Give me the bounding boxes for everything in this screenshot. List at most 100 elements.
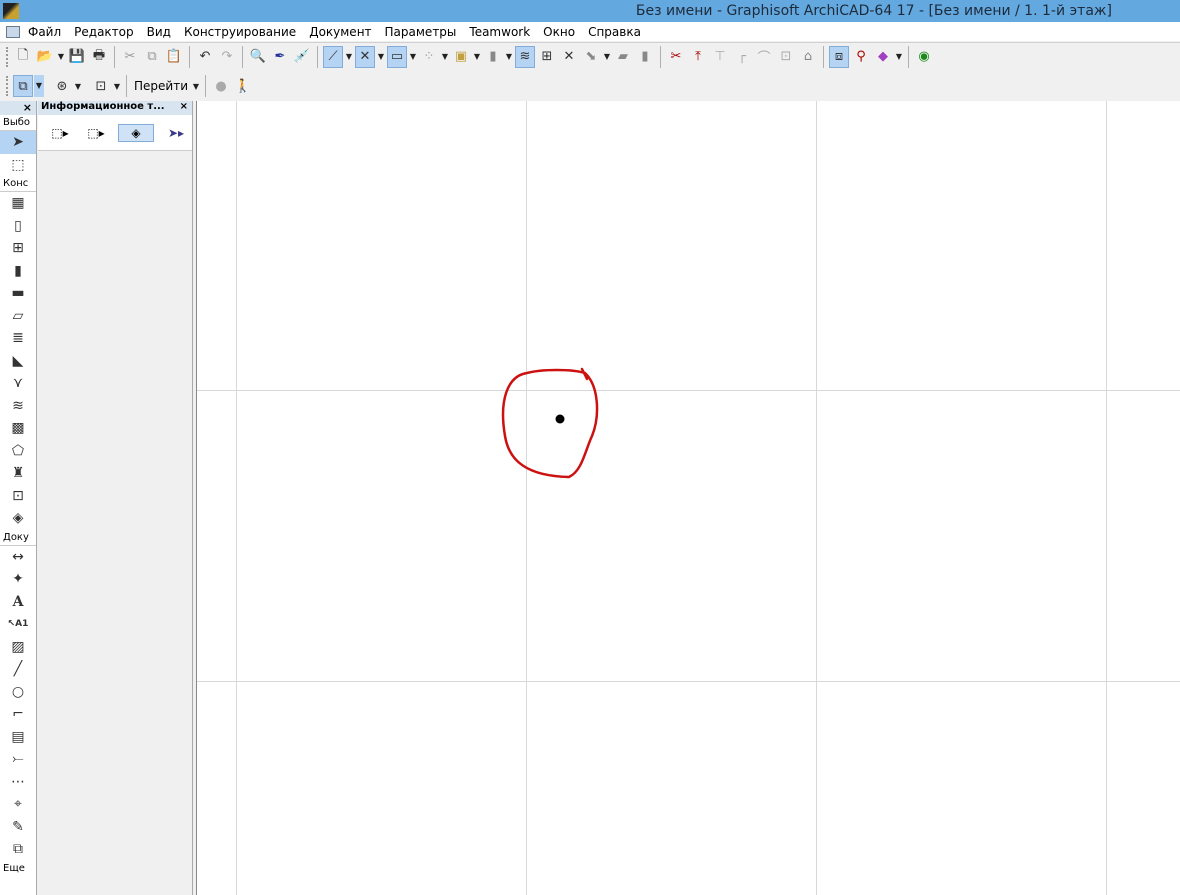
worksheet-tool-icon[interactable]: ✎ — [0, 816, 36, 839]
beam-tool-icon[interactable]: ▬ — [0, 282, 36, 305]
curve-icon[interactable]: ⌒ — [754, 46, 774, 68]
circle-tool-icon[interactable]: ○ — [0, 681, 36, 704]
arrow-cursor-icon[interactable]: ➤▸ — [162, 124, 190, 142]
section-tool-icon[interactable]: ⤚ — [0, 748, 36, 771]
hotspot-tool-icon[interactable]: ⌖ — [0, 793, 36, 816]
menu-edit[interactable]: Редактор — [74, 25, 133, 39]
open-icon[interactable]: 📂 — [35, 46, 55, 68]
toolbar-grip[interactable] — [6, 76, 9, 96]
cut-icon[interactable]: ✂ — [120, 46, 140, 68]
chevron-down-icon[interactable]: ▼ — [112, 82, 122, 91]
dimension-tool-icon[interactable]: ↔ — [0, 546, 36, 569]
text-tool-icon[interactable]: A — [0, 591, 36, 614]
object-tool-icon[interactable]: ♜ — [0, 462, 36, 485]
menu-window[interactable]: Окно — [543, 25, 575, 39]
chevron-down-icon[interactable]: ▼ — [602, 52, 612, 61]
undo-icon[interactable]: ↶ — [195, 46, 215, 68]
polyline-tool-icon[interactable]: ⌐ — [0, 703, 36, 726]
origin-point[interactable] — [555, 414, 565, 424]
copy-icon[interactable]: ⧉ — [142, 46, 162, 68]
redo-icon[interactable]: ↷ — [217, 46, 237, 68]
goto-button[interactable]: Перейти — [131, 79, 191, 93]
cursor-snap-icon[interactable]: ▭ — [387, 45, 407, 68]
toolbar-grip[interactable] — [6, 46, 9, 67]
adjust-icon[interactable]: ⤒ — [688, 46, 708, 68]
menu-options[interactable]: Параметры — [385, 25, 457, 39]
paste-icon[interactable]: 📋 — [164, 46, 184, 68]
x-icon[interactable]: ✕ — [559, 46, 579, 68]
save-icon[interactable]: 💾 — [67, 46, 87, 68]
pen-set-icon[interactable]: ▮ — [483, 46, 503, 68]
door-tool-icon[interactable]: ▯ — [0, 215, 36, 238]
detail-tool-icon[interactable]: ⧉ — [0, 838, 36, 861]
menu-document[interactable]: Документ — [309, 25, 371, 39]
elevation-tool-icon[interactable]: ⋯ — [0, 771, 36, 794]
arrow-tool-icon[interactable]: ➤ — [0, 131, 36, 154]
wall-tool-icon[interactable]: ▦ — [0, 192, 36, 215]
menu-view[interactable]: Вид — [147, 25, 171, 39]
model-view-icon[interactable]: ⧈ — [829, 45, 849, 68]
syringe-icon[interactable]: 💉 — [292, 46, 312, 68]
fillet-icon[interactable]: ┌ — [732, 46, 752, 68]
menu-design[interactable]: Конструирование — [184, 25, 296, 39]
fill-tool-icon[interactable]: ▨ — [0, 636, 36, 659]
stair-tool-icon[interactable]: ≣ — [0, 327, 36, 350]
column-tool-icon[interactable]: ▮ — [0, 260, 36, 283]
floor-plan-icon[interactable]: ⧉ — [13, 75, 33, 97]
floor-plan-canvas[interactable] — [196, 101, 1180, 895]
split-icon[interactable]: ✂ — [666, 46, 686, 68]
chevron-down-icon[interactable]: ▼ — [73, 82, 83, 91]
marquee-tool-icon[interactable]: ⬚ — [0, 154, 36, 177]
chevron-down-icon[interactable]: ▼ — [504, 52, 514, 61]
drawing-tool-icon[interactable]: ▤ — [0, 726, 36, 749]
menu-help[interactable]: Справка — [588, 25, 641, 39]
layout-icon[interactable]: ⊡ — [91, 75, 111, 97]
dimension-icon[interactable]: ⊞ — [537, 46, 557, 68]
chevron-down-icon[interactable]: ▼ — [408, 52, 418, 61]
chevron-down-icon[interactable]: ▼ — [191, 82, 201, 91]
chevron-down-icon[interactable]: ▼ — [440, 52, 450, 61]
morph-tool-icon[interactable]: ⬠ — [0, 440, 36, 463]
intersect-icon[interactable]: ⊤ — [710, 46, 730, 68]
roof-icon[interactable]: ⌂ — [798, 46, 818, 68]
3d-window-icon[interactable]: ⊛ — [52, 75, 72, 97]
chevron-down-icon[interactable]: ▼ — [34, 75, 44, 97]
print-icon[interactable]: 🖶 — [89, 46, 109, 68]
chevron-down-icon[interactable]: ▼ — [56, 52, 66, 61]
chevron-down-icon[interactable]: ▼ — [472, 52, 482, 61]
marquee-shape-icon[interactable]: ⬚▸ — [82, 124, 110, 142]
shell-tool-icon[interactable]: ⋎ — [0, 372, 36, 395]
eyedropper-icon[interactable]: ✒ — [270, 46, 290, 68]
zone-tool-icon[interactable]: ⊡ — [0, 485, 36, 508]
pick-icon[interactable]: ⬊ — [581, 46, 601, 68]
3d-icon[interactable]: ◆ — [873, 46, 893, 68]
quick-selection-icon[interactable]: ◈ — [118, 123, 154, 142]
close-icon[interactable]: × — [180, 101, 188, 115]
document-icon[interactable] — [6, 25, 20, 38]
selection-method-icon[interactable]: ⬚▸ — [46, 124, 74, 142]
line-tool-icon[interactable]: ╱ — [0, 658, 36, 681]
window-tool-icon[interactable]: ⊞ — [0, 237, 36, 260]
gravity-icon[interactable]: ⟋ — [323, 45, 343, 68]
close-icon[interactable]: × — [23, 101, 32, 114]
render-icon[interactable]: ◉ — [914, 46, 934, 68]
offset-icon[interactable]: ⊡ — [776, 46, 796, 68]
curtain-wall-tool-icon[interactable]: ▩ — [0, 417, 36, 440]
slab-shape-icon[interactable]: ▰ — [613, 46, 633, 68]
skylight-tool-icon[interactable]: ≋ — [0, 395, 36, 418]
new-icon[interactable]: 🗋 — [13, 46, 33, 68]
walk-icon[interactable]: 🚶 — [233, 75, 253, 97]
slab-tool-icon[interactable]: ▱ — [0, 305, 36, 328]
mesh-tool-icon[interactable]: ◈ — [0, 507, 36, 530]
trace-icon[interactable]: ≋ — [515, 45, 535, 68]
marker-icon[interactable]: ⚲ — [851, 46, 871, 68]
label-tool-icon[interactable]: ↖A1 — [0, 613, 36, 636]
layers-icon[interactable]: ▣ — [451, 46, 471, 68]
chevron-down-icon[interactable]: ▼ — [376, 52, 386, 61]
roof-tool-icon[interactable]: ◣ — [0, 350, 36, 373]
chevron-down-icon[interactable]: ▼ — [894, 52, 904, 61]
menu-file[interactable]: Файл — [28, 25, 61, 39]
find-select-icon[interactable]: 🔍 — [248, 46, 268, 68]
snap-guides-icon[interactable]: ✕ — [355, 45, 375, 68]
menu-teamwork[interactable]: Teamwork — [469, 25, 530, 39]
